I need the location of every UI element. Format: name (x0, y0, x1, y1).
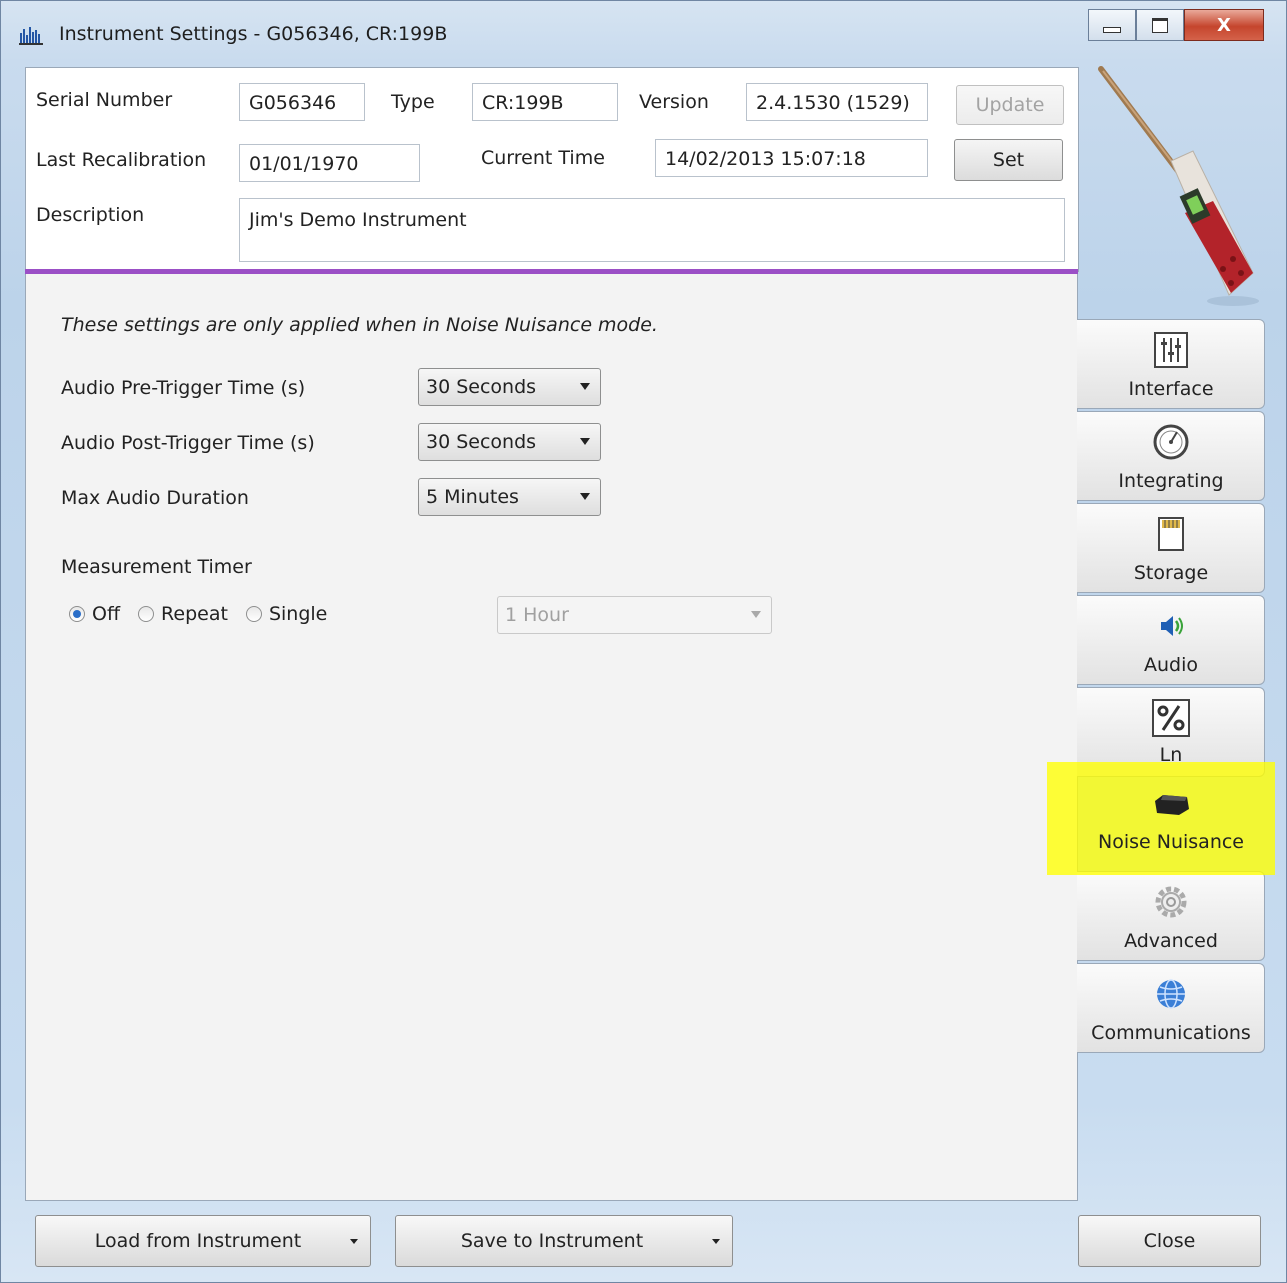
dropdown-arrow-icon (580, 383, 590, 390)
gear-icon (1155, 886, 1187, 918)
timer-repeat-radio[interactable]: Repeat (138, 603, 228, 625)
current-time-label: Current Time (481, 147, 605, 169)
timer-repeat-label: Repeat (161, 603, 228, 625)
sound-level-meter-image (1098, 66, 1259, 306)
timer-single-radio[interactable]: Single (245, 603, 328, 625)
mode-note: These settings are only applied when in … (61, 314, 658, 336)
type-label: Type (391, 91, 435, 113)
pre-trigger-value: 30 Seconds (426, 376, 537, 398)
window-controls: X (1088, 9, 1264, 41)
tab-communications-label: Communications (1091, 1022, 1251, 1044)
load-from-instrument-button[interactable]: Load from Instrument (35, 1215, 371, 1267)
max-duration-label: Max Audio Duration (61, 487, 249, 509)
radio-unchecked-icon (138, 606, 155, 622)
app-icon (19, 27, 43, 45)
tab-storage[interactable]: Storage (1077, 503, 1265, 593)
radio-unchecked-icon (245, 606, 262, 622)
tab-integrating[interactable]: Integrating (1077, 411, 1265, 501)
description-field[interactable]: Jim's Demo Instrument (239, 198, 1065, 262)
tab-advanced-label: Advanced (1124, 930, 1218, 952)
post-trigger-select[interactable]: 30 Seconds (418, 423, 601, 461)
minimize-icon (1103, 27, 1121, 33)
timer-duration-select[interactable]: 1 Hour (497, 596, 772, 634)
save-to-instrument-label: Save to Instrument (460, 1230, 644, 1252)
last-recalibration-label: Last Recalibration (36, 149, 207, 171)
post-trigger-value: 30 Seconds (426, 431, 537, 453)
tab-interface[interactable]: Interface (1077, 319, 1265, 409)
save-to-instrument-button[interactable]: Save to Instrument (395, 1215, 733, 1267)
speaker-icon (1161, 616, 1183, 636)
timer-radio-group: Off Repeat Single (69, 603, 345, 625)
tab-audio[interactable]: Audio (1077, 595, 1265, 685)
tab-storage-label: Storage (1133, 562, 1209, 584)
tab-advanced[interactable]: Advanced (1077, 871, 1265, 961)
tab-interface-label: Interface (1128, 378, 1214, 400)
version-field[interactable]: 2.4.1530 (1529) (746, 83, 928, 121)
tab-noise-nuisance[interactable]: Noise Nuisance (1077, 779, 1265, 863)
tab-audio-label: Audio (1143, 654, 1198, 676)
max-duration-value: 5 Minutes (426, 486, 519, 508)
close-icon: X (1217, 14, 1231, 36)
pre-trigger-label: Audio Pre-Trigger Time (s) (61, 377, 306, 399)
dropdown-arrow-icon (580, 438, 590, 445)
max-duration-select[interactable]: 5 Minutes (418, 478, 601, 516)
window-title: Instrument Settings - G056346, CR:199B (59, 23, 448, 45)
sd-card-icon (1158, 517, 1184, 551)
version-label: Version (639, 91, 709, 113)
globe-icon (1157, 979, 1185, 1009)
post-trigger-label: Audio Post-Trigger Time (s) (61, 432, 315, 454)
sliders-icon (1154, 332, 1188, 368)
set-time-button[interactable]: Set (954, 139, 1063, 181)
maximize-icon (1152, 17, 1168, 33)
type-field[interactable]: CR:199B (472, 83, 618, 121)
tab-noise-nuisance-label: Noise Nuisance (1098, 831, 1244, 853)
gauge-icon (1153, 424, 1189, 460)
dropdown-arrow-icon (580, 493, 590, 500)
load-from-instrument-label: Load from Instrument (94, 1230, 302, 1252)
update-button[interactable]: Update (956, 85, 1064, 125)
dropdown-arrow-icon (712, 1239, 720, 1244)
settings-panel (25, 274, 1078, 1201)
tab-integrating-label: Integrating (1118, 470, 1224, 492)
maximize-button[interactable] (1136, 9, 1184, 41)
instrument-settings-window: Instrument Settings - G056346, CR:199B X… (0, 0, 1287, 1283)
recorder-icon (1155, 795, 1189, 815)
last-recalibration-field[interactable]: 01/01/1970 (239, 144, 420, 182)
pre-trigger-select[interactable]: 30 Seconds (418, 368, 601, 406)
radio-checked-icon (69, 606, 85, 622)
close-button-label: Close (1143, 1230, 1196, 1252)
current-time-field[interactable]: 14/02/2013 15:07:18 (655, 139, 928, 177)
dropdown-arrow-icon (350, 1239, 358, 1244)
timer-duration-value: 1 Hour (505, 604, 569, 626)
measurement-timer-label: Measurement Timer (61, 556, 252, 578)
percent-icon (1152, 699, 1190, 737)
close-button[interactable]: Close (1078, 1215, 1261, 1267)
dropdown-arrow-icon (751, 611, 761, 618)
timer-off-label: Off (92, 603, 121, 625)
description-label: Description (36, 204, 145, 226)
timer-single-label: Single (268, 603, 328, 625)
timer-off-radio[interactable]: Off (69, 603, 120, 625)
minimize-button[interactable] (1088, 9, 1136, 41)
tab-communications[interactable]: Communications (1077, 963, 1265, 1053)
title-bar[interactable]: Instrument Settings - G056346, CR:199B X (1, 1, 1287, 63)
serial-number-field[interactable]: G056346 (239, 83, 365, 121)
serial-number-label: Serial Number (36, 89, 173, 111)
close-window-button[interactable]: X (1184, 9, 1264, 41)
